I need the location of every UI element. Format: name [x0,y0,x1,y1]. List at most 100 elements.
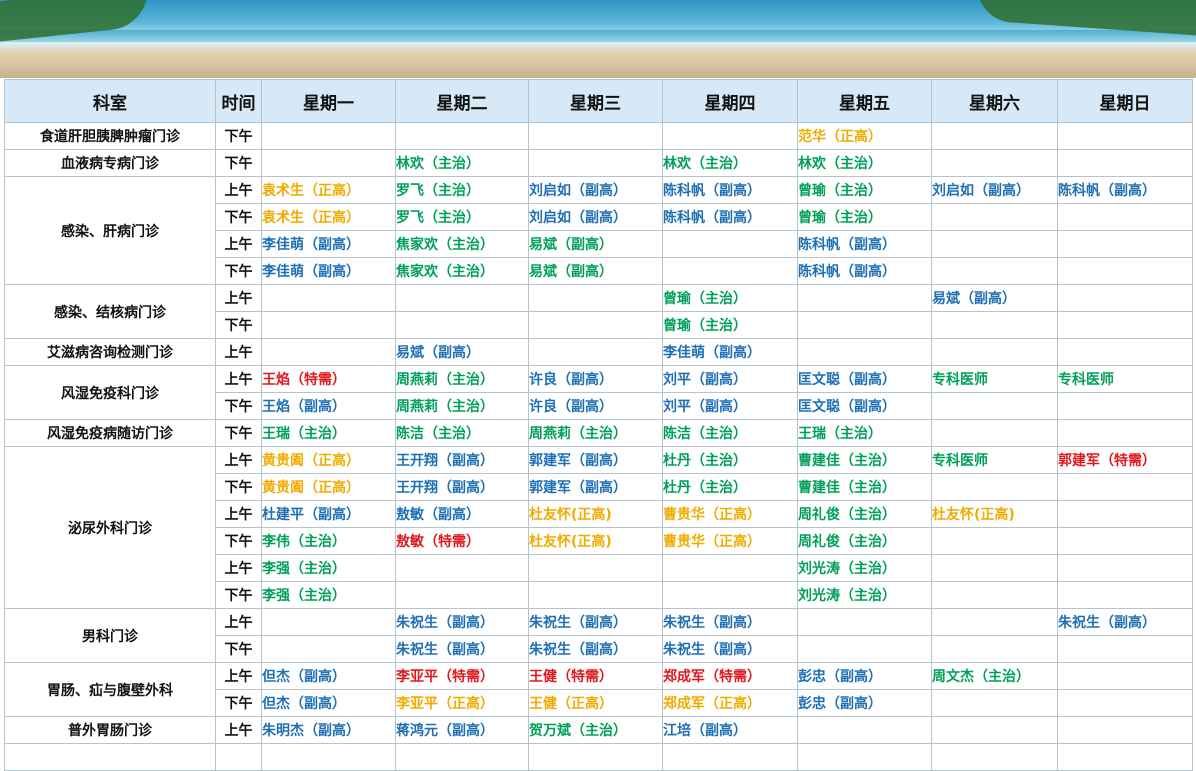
schedule-row: 风湿免疫病随访门诊 下午 王瑞（主治） 陈洁（主治） 周燕莉（主治） 陈洁（主治） 王瑞（主… [4,419,1193,447]
doctor-cell [931,635,1058,663]
department-cell: 血液病专病门诊 [4,149,216,177]
doctor-cell [931,581,1058,609]
header-cell: 星期三 [528,79,663,123]
doctor-cell [1057,500,1193,528]
doctor-cell: 杜丹（主治） [662,473,798,501]
header-row: 科室 时间 星期一 星期二 星期三 星期四 星期五 星期六 星期日 [4,79,1193,123]
doctor-cell [528,554,663,582]
department-cell: 胃肠、疝与腹壁外科 [4,662,216,717]
doctor-cell: 曾瑜（主治） [797,203,932,231]
doctor-cell: 焦家欢（主治） [395,230,529,258]
doctor-cell: 易斌（副高） [528,230,663,258]
doctor-cell: 敖敏（特需） [395,527,529,555]
header-cell: 星期二 [395,79,529,123]
doctor-cell [395,581,529,609]
department-cell: 风湿免疫病随访门诊 [4,419,216,447]
doctor-cell: 郑成军（特需） [662,662,798,690]
period-cell: 下午 [215,311,262,339]
doctor-cell: 周文杰（主治） [931,662,1058,690]
doctor-cell: 罗飞（主治） [395,176,529,204]
doctor-cell [1057,122,1193,150]
period-cell: 下午 [215,527,262,555]
doctor-cell [662,554,798,582]
doctor-cell: 郭建军（副高） [528,473,663,501]
doctor-cell: 刘平（副高） [662,365,798,393]
period-cell: 下午 [215,257,262,285]
doctor-cell: 杜建平（副高） [261,500,396,528]
period-cell: 上午 [215,176,262,204]
doctor-cell [662,122,798,150]
period-cell: 下午 [215,581,262,609]
doctor-cell: 黄贵阖（正高） [261,473,396,501]
doctor-cell [1057,257,1193,285]
doctor-cell: 彭忠（副高） [797,689,932,717]
doctor-cell: 许良（副高） [528,365,663,393]
doctor-cell [662,581,798,609]
department-cell: 感染、肝病门诊 [4,176,216,285]
doctor-cell: 朱祝生（副高） [662,635,798,663]
doctor-cell [395,284,529,312]
clinic-schedule-table: 科室 时间 星期一 星期二 星期三 星期四 星期五 星期六 星期日 食道肝胆胰脾肿瘤门诊 下午 范华… [4,79,1193,771]
doctor-cell [931,338,1058,366]
doctor-cell: 袁术生（正高） [261,203,396,231]
doctor-cell: 周燕莉（主治） [395,392,529,420]
doctor-cell: 刘光涛（主治） [797,554,932,582]
doctor-cell: 朱祝生（副高） [662,608,798,636]
period-cell: 下午 [215,149,262,177]
doctor-cell [528,149,663,177]
banner-sea [0,30,1196,42]
doctor-cell: 王开翔（副高） [395,446,529,474]
doctor-cell: 陈科帆（副高） [797,230,932,258]
department-cell: 风湿免疫科门诊 [4,365,216,420]
doctor-cell [797,284,932,312]
department-cell [4,743,216,771]
doctor-cell: 彭忠（副高） [797,662,932,690]
doctor-cell: 但杰（副高） [261,689,396,717]
schedule-row: 艾滋病咨询检测门诊 上午 易斌（副高） 李佳萌（副高） [4,338,1193,366]
doctor-cell: 林欢（主治） [662,149,798,177]
doctor-cell [1057,635,1193,663]
doctor-cell [1057,581,1193,609]
doctor-cell: 杜友怀(正高) [931,500,1058,528]
banner-sand [0,50,1196,78]
doctor-cell: 王健（特需） [528,662,663,690]
doctor-cell: 林欢（主治） [797,149,932,177]
doctor-cell: 专科医师 [931,446,1058,474]
doctor-cell: 范华（正高） [797,122,932,150]
doctor-cell [797,311,932,339]
schedule-row: 胃肠、疝与腹壁外科 上午 但杰（副高） 李亚平（特需） 王健（特需） 郑成军（特需） 彭忠（… [4,662,1193,717]
department-cell: 艾滋病咨询检测门诊 [4,338,216,366]
doctor-cell [395,122,529,150]
period-cell: 下午 [215,419,262,447]
doctor-cell: 郭建军（特需） [1057,446,1193,474]
doctor-cell [528,122,663,150]
header-cell: 时间 [215,79,262,123]
doctor-cell: 曹建佳（主治） [797,446,932,474]
header-cell: 星期五 [797,79,932,123]
doctor-cell: 曹贵华（正高） [662,500,798,528]
doctor-cell: 匡文聪（副高） [797,365,932,393]
department-cell: 感染、结核病门诊 [4,284,216,339]
doctor-cell [931,122,1058,150]
doctor-cell [931,203,1058,231]
doctor-cell [797,635,932,663]
doctor-cell: 曹贵华（正高） [662,527,798,555]
doctor-cell [662,230,798,258]
doctor-cell: 陈科帆（副高） [662,176,798,204]
period-cell: 上午 [215,284,262,312]
period-cell: 下午 [215,203,262,231]
doctor-cell [261,608,396,636]
period-cell: 上午 [215,338,262,366]
doctor-cell: 陈科帆（副高） [797,257,932,285]
doctor-cell [931,554,1058,582]
doctor-cell: 袁术生（正高） [261,176,396,204]
doctor-cell [1057,203,1193,231]
doctor-cell [528,338,663,366]
doctor-cell: 罗飞（主治） [395,203,529,231]
doctor-cell: 朱祝生（副高） [528,635,663,663]
schedule-row: 泌尿外科门诊 上午 黄贵阖（正高） 王开翔（副高） 郭建军（副高） 杜丹（主治） 曹建佳（主… [4,446,1193,609]
doctor-cell: 陈科帆（副高） [1057,176,1193,204]
doctor-cell [261,284,396,312]
doctor-cell: 李亚平（特需） [395,662,529,690]
doctor-cell: 江培（副高） [662,716,798,744]
